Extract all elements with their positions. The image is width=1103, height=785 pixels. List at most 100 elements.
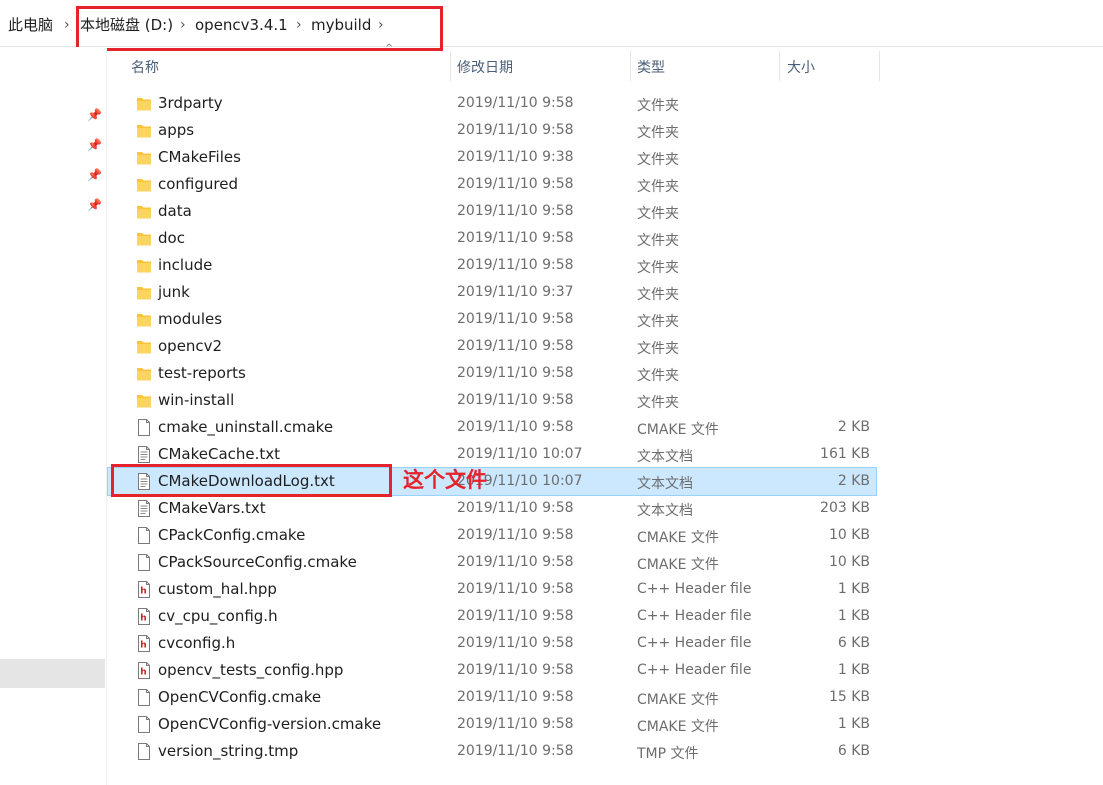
breadcrumb-this-pc[interactable]: 此电脑 [8, 14, 53, 36]
column-divider[interactable] [879, 51, 880, 81]
file-type: 文本文档 [637, 449, 693, 465]
folder-icon [136, 338, 152, 355]
file-name: configured [158, 175, 238, 193]
address-bar[interactable]: 此电脑 › 本地磁盘 (D:) › opencv3.4.1 › mybuild … [0, 0, 1103, 47]
file-size: 10 KB [828, 554, 870, 570]
file-row[interactable]: opencv2 2019/11/10 9:58 文件夹 [108, 333, 876, 360]
file-row[interactable]: include 2019/11/10 9:58 文件夹 [108, 252, 876, 279]
file-name: custom_hal.hpp [158, 580, 277, 598]
file-name: data [158, 202, 192, 220]
folder-icon [136, 230, 152, 247]
breadcrumb-separator[interactable]: › [296, 14, 302, 36]
folder-icon [136, 149, 152, 166]
file-type: 文件夹 [637, 314, 679, 330]
file-name: modules [158, 310, 223, 328]
folder-icon [136, 95, 152, 112]
folder-icon [136, 365, 152, 382]
file-row[interactable]: OpenCVConfig.cmake 2019/11/10 9:58 CMAKE 文… [108, 684, 876, 711]
file-type: 文件夹 [637, 341, 679, 357]
file-row[interactable]: version_string.tmp 2019/11/10 9:58 TMP 文件 6… [108, 738, 876, 765]
file-row[interactable]: CPackSourceConfig.cmake 2019/11/10 9:58 CM… [108, 549, 876, 576]
pin-icon[interactable]: 📌 [87, 138, 102, 152]
folder-icon [136, 122, 152, 139]
file-row[interactable]: CPackConfig.cmake 2019/11/10 9:58 CMAKE 文件… [108, 522, 876, 549]
pin-icon[interactable]: 📌 [87, 108, 102, 122]
file-date: 2019/11/10 9:58 [457, 743, 574, 759]
column-date[interactable]: 修改日期 [457, 57, 513, 77]
file-row[interactable]: CMakeFiles 2019/11/10 9:38 文件夹 [108, 144, 876, 171]
file-date: 2019/11/10 10:07 [457, 446, 583, 462]
file-date: 2019/11/10 9:58 [457, 554, 574, 570]
file-name: cmake_uninstall.cmake [158, 418, 334, 436]
file-row[interactable]: OpenCVConfig-version.cmake 2019/11/10 9:5… [108, 711, 876, 738]
column-size[interactable]: 大小 [787, 57, 815, 77]
file-date: 2019/11/10 9:58 [457, 392, 574, 408]
file-date: 2019/11/10 9:58 [457, 581, 574, 597]
file-size: 2 KB [837, 419, 870, 435]
text-file-icon [136, 446, 152, 463]
file-row[interactable]: data 2019/11/10 9:58 文件夹 [108, 198, 876, 225]
file-row[interactable]: CMakeCache.txt 2019/11/10 10:07 文本文档 161 KB [108, 441, 876, 468]
file-name: include [158, 256, 213, 274]
breadcrumb-opencv[interactable]: opencv3.4.1 [195, 14, 288, 36]
column-divider[interactable] [779, 51, 780, 81]
file-size: 1 KB [837, 716, 870, 732]
file-row[interactable]: h cvconfig.h 2019/11/10 9:58 C++ Header fil… [108, 630, 876, 657]
breadcrumb-mybuild[interactable]: mybuild [311, 14, 371, 36]
file-name: 3rdparty [158, 94, 223, 112]
file-row[interactable]: h opencv_tests_config.hpp 2019/11/10 9:58 C… [108, 657, 876, 684]
svg-text:h: h [140, 668, 146, 678]
file-row[interactable]: configured 2019/11/10 9:58 文件夹 [108, 171, 876, 198]
column-type[interactable]: 类型 [637, 57, 665, 77]
file-row[interactable]: modules 2019/11/10 9:58 文件夹 [108, 306, 876, 333]
folder-icon [136, 311, 152, 328]
column-divider[interactable] [450, 51, 451, 81]
file-type: CMAKE 文件 [637, 557, 719, 573]
file-name: apps [158, 121, 195, 139]
file-name: junk [158, 283, 190, 301]
folder-icon [136, 203, 152, 220]
file-row[interactable]: win-install 2019/11/10 9:58 文件夹 [108, 387, 876, 414]
file-date: 2019/11/10 9:58 [457, 203, 574, 219]
file-row[interactable]: apps 2019/11/10 9:58 文件夹 [108, 117, 876, 144]
file-date: 2019/11/10 9:58 [457, 176, 574, 192]
folder-icon [136, 257, 152, 274]
file-row[interactable]: doc 2019/11/10 9:58 文件夹 [108, 225, 876, 252]
pin-icon[interactable]: 📌 [87, 198, 102, 212]
file-row[interactable]: cmake_uninstall.cmake 2019/11/10 9:58 CMAK… [108, 414, 876, 441]
file-list[interactable]: 3rdparty 2019/11/10 9:58 文件夹 apps 2019/11/10… [106, 90, 1103, 780]
breadcrumb-drive-d[interactable]: 本地磁盘 (D:) [80, 14, 173, 36]
file-name: cv_cpu_config.h [158, 607, 278, 625]
file-row[interactable]: CMakeDownloadLog.txt 2019/11/10 10:07 文本文档… [107, 467, 877, 496]
file-size: 203 KB [820, 500, 870, 516]
file-row[interactable]: test-reports 2019/11/10 9:58 文件夹 [108, 360, 876, 387]
file-type: 文件夹 [637, 395, 679, 411]
nav-selected-item[interactable] [0, 659, 105, 688]
file-size: 10 KB [828, 527, 870, 543]
file-type: 文件夹 [637, 287, 679, 303]
file-type: 文件夹 [637, 206, 679, 222]
column-name[interactable]: 名称 [131, 57, 159, 77]
file-row[interactable]: h cv_cpu_config.h 2019/11/10 9:58 C++ Heade… [108, 603, 876, 630]
breadcrumb-separator[interactable]: › [378, 14, 384, 36]
column-divider[interactable] [630, 51, 631, 81]
sort-up-icon: ^ [385, 43, 394, 54]
file-date: 2019/11/10 9:58 [457, 608, 574, 624]
file-type: 文件夹 [637, 233, 679, 249]
file-date: 2019/11/10 9:58 [457, 95, 574, 111]
file-size: 1 KB [837, 608, 870, 624]
file-type: C++ Header file [637, 608, 752, 624]
pin-icon[interactable]: 📌 [87, 168, 102, 182]
file-row[interactable]: h custom_hal.hpp 2019/11/10 9:58 C++ Header… [108, 576, 876, 603]
file-date: 2019/11/10 9:58 [457, 662, 574, 678]
breadcrumb-separator[interactable]: › [180, 14, 186, 36]
file-type: 文件夹 [637, 98, 679, 114]
file-type: CMAKE 文件 [637, 692, 719, 708]
file-row[interactable]: CMakeVars.txt 2019/11/10 9:58 文本文档 203 KB [108, 495, 876, 522]
navigation-pane[interactable]: 📌 📌 📌 📌 [0, 47, 107, 785]
annotation-label: 这个文件 [403, 468, 487, 492]
file-date: 2019/11/10 9:37 [457, 284, 574, 300]
breadcrumb-separator[interactable]: › [64, 14, 70, 36]
file-row[interactable]: junk 2019/11/10 9:37 文件夹 [108, 279, 876, 306]
file-row[interactable]: 3rdparty 2019/11/10 9:58 文件夹 [108, 90, 876, 117]
